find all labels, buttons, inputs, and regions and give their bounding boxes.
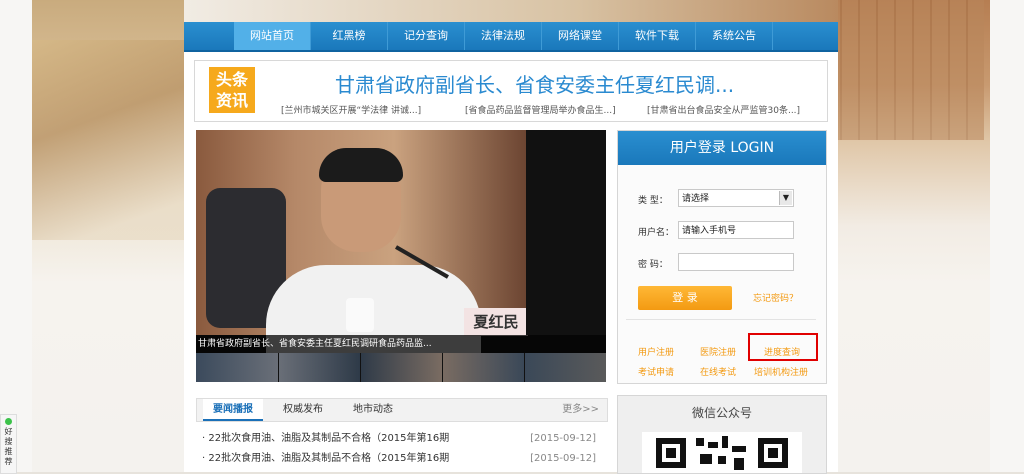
main-nav: 网站首页 红黑榜 记分查询 法律法规 网络课堂 软件下载 系统公告 [184, 22, 838, 52]
news-tabs: 要闻播报 权威发布 地市动态 更多>> [196, 398, 608, 422]
headline-sub-link-3[interactable]: [甘肃省出台食品安全从严监管30条...] [647, 103, 800, 116]
password-field[interactable] [678, 253, 794, 271]
headline-badge: 头条 资讯 [209, 67, 255, 113]
left-margin [0, 0, 32, 472]
headline-box: 头条 资讯 甘肃省政府副省长、省食安委主任夏红民调... [兰州市城关区开展“学… [194, 60, 828, 122]
list-item: · 22批次食用油、油脂及其制品不合格（2015年第16期 [2015-09-1… [196, 450, 596, 468]
headline-title[interactable]: 甘肃省政府副省长、省食安委主任夏红民调... [335, 69, 734, 98]
side-badge-line4: 荐 [4, 457, 13, 466]
exam-apply-link[interactable]: 考试申请 [638, 365, 674, 378]
tab-official-release[interactable]: 权威发布 [273, 399, 333, 421]
tab-headline-news[interactable]: 要闻播报 [203, 399, 263, 421]
thumbnail-divider [278, 353, 279, 382]
list-item: · 22批次食用油、油脂及其制品不合格（2015年第16期 [2015-09-1… [196, 430, 596, 448]
nav-item-home[interactable]: 网站首页 [234, 22, 311, 50]
highlight-box [748, 333, 818, 361]
photo-person-hair [319, 148, 403, 182]
chevron-down-icon[interactable]: ▼ [779, 191, 792, 205]
thumbnail-divider [442, 353, 443, 382]
qr-code-image [642, 432, 802, 473]
main-content: 网站首页 红黑榜 记分查询 法律法规 网络课堂 软件下载 系统公告 头条 资讯 … [184, 0, 838, 474]
headline-sub-link-1[interactable]: [兰州市城关区开展“学法律 讲诚...] [281, 103, 421, 116]
nav-item-system-notice[interactable]: 系统公告 [696, 22, 773, 50]
banner-strip [184, 0, 838, 22]
fortress-wall-image [824, 0, 984, 140]
wechat-panel: 微信公众号 [617, 395, 827, 474]
training-register-link[interactable]: 培训机构注册 [754, 365, 808, 378]
slideshow-caption[interactable]: 甘肃省政府副省长、省食安委主任夏红民调研食品药品监... [196, 335, 606, 353]
nav-item-software-download[interactable]: 软件下载 [619, 22, 696, 50]
side-badge-line2: 搜 [4, 437, 13, 446]
online-exam-link[interactable]: 在线考试 [700, 365, 736, 378]
thumbnail-divider [524, 353, 525, 382]
nav-item-score-query[interactable]: 记分查询 [388, 22, 465, 50]
wechat-title: 微信公众号 [691, 406, 752, 420]
headline-sub-link-2[interactable]: [省食品药品监督管理局举办食品生...] [465, 103, 616, 116]
user-register-link[interactable]: 用户注册 [638, 345, 674, 358]
news-item-date: [2015-09-12] [530, 453, 596, 464]
headline-badge-line2: 资讯 [215, 91, 248, 110]
news-slideshow[interactable]: 夏红民 甘肃省政府副省长、省食安委主任夏红民调研食品药品监... [196, 130, 606, 382]
photo-nameplate: 夏红民 [464, 308, 528, 336]
right-margin [990, 0, 1024, 472]
thumbnail-divider [360, 353, 361, 382]
haosou-recommend-widget[interactable]: 好 搜 推 荐 [0, 414, 17, 474]
side-badge-line3: 推 [4, 447, 13, 456]
slideshow-thumbnails[interactable] [196, 353, 606, 382]
hospital-register-link[interactable]: 医院注册 [700, 345, 736, 358]
news-item-title[interactable]: · 22批次食用油、油脂及其制品不合格（2015年第16期 [202, 450, 449, 468]
type-select-value: 请选择 [682, 194, 710, 204]
headline-badge-line1: 头条 [215, 70, 248, 89]
password-label: 密 码： [638, 260, 668, 270]
type-label: 类 型： [638, 196, 668, 206]
news-item-date: [2015-09-12] [530, 433, 596, 444]
nav-item-online-class[interactable]: 网络课堂 [542, 22, 619, 50]
nav-item-laws[interactable]: 法律法规 [465, 22, 542, 50]
type-select[interactable]: 请选择 ▼ [678, 189, 794, 207]
news-item-title[interactable]: · 22批次食用油、油脂及其制品不合格（2015年第16期 [202, 430, 449, 448]
username-field[interactable]: 请输入手机号 [678, 221, 794, 239]
status-dot-icon [5, 418, 12, 425]
divider [626, 319, 816, 320]
desert-dune-image [30, 40, 185, 240]
login-button[interactable]: 登 录 [638, 286, 732, 310]
login-panel: 用户登录 LOGIN 类 型： 请选择 ▼ 用户名： 请输入手机号 密 码： 登… [617, 130, 827, 384]
photo-teacup [346, 298, 374, 332]
login-title: 用户登录 LOGIN [618, 131, 826, 165]
username-label: 用户名： [638, 228, 675, 238]
tab-city-news[interactable]: 地市动态 [343, 399, 403, 421]
forgot-password-link[interactable]: 忘记密码？ [753, 291, 798, 304]
more-link[interactable]: 更多>> [562, 399, 599, 421]
photo-dark-area [526, 130, 606, 335]
nav-item-red-black-list[interactable]: 红黑榜 [311, 22, 388, 50]
side-badge-line1: 好 [4, 427, 13, 436]
